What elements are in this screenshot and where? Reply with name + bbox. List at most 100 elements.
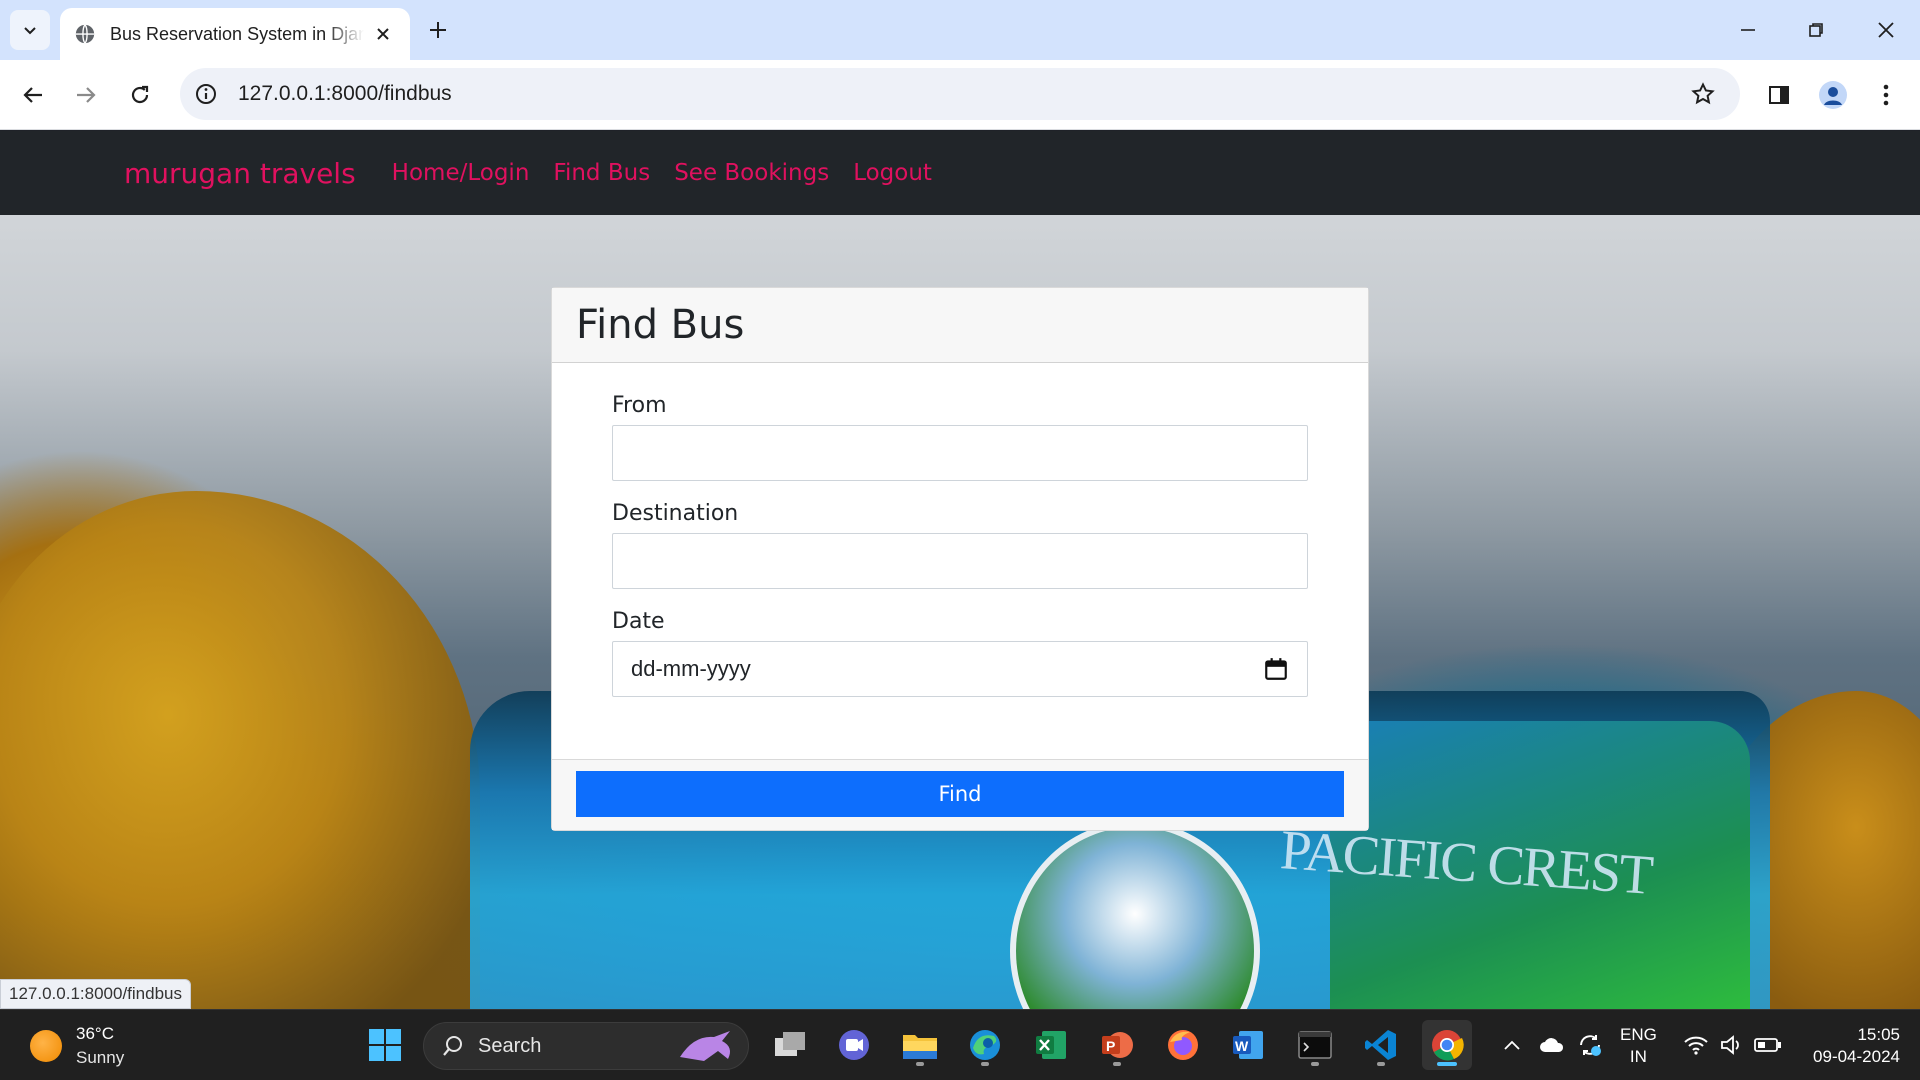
browser-toolbar: 127.0.0.1:8000/findbus: [0, 60, 1920, 130]
file-explorer-button[interactable]: [895, 1020, 945, 1070]
side-panel-button[interactable]: [1760, 76, 1798, 114]
browser-tab-active[interactable]: Bus Reservation System in Django: [60, 8, 410, 60]
globe-icon: [75, 24, 95, 44]
tab-close-icon[interactable]: [370, 21, 396, 47]
destination-label: Destination: [612, 501, 739, 526]
vscode-button[interactable]: [1356, 1020, 1406, 1070]
teams-icon: [839, 1030, 869, 1060]
speaker-icon: [1721, 1035, 1739, 1055]
nav-link-home-login[interactable]: Home/Login: [392, 160, 530, 186]
reload-button[interactable]: [121, 76, 159, 114]
profile-avatar-icon: [1819, 81, 1847, 109]
weather-condition: Sunny: [76, 1048, 125, 1067]
tab-title: Bus Reservation System in Django: [110, 23, 364, 44]
nav-link-logout[interactable]: Logout: [853, 160, 932, 186]
find-bus-card: Find Bus From Destination Date dd-mm-yyy…: [551, 287, 1369, 831]
onedrive-button[interactable]: [1532, 1020, 1572, 1070]
find-button[interactable]: Find: [576, 771, 1344, 817]
site-brand[interactable]: murugan travels: [124, 157, 356, 190]
volume-button[interactable]: [1712, 1020, 1752, 1070]
terminal-icon: [1298, 1031, 1332, 1059]
search-icon: [443, 1036, 462, 1056]
bookmark-star-icon[interactable]: [1688, 79, 1718, 109]
battery-button[interactable]: [1748, 1020, 1788, 1070]
sun-icon: [30, 1030, 62, 1062]
vscode-icon: [1365, 1030, 1396, 1060]
new-tab-button[interactable]: [422, 14, 454, 46]
battery-icon: [1754, 1038, 1781, 1052]
side-panel-icon: [1769, 86, 1789, 104]
word-icon: W: [1233, 1031, 1263, 1059]
date-label: Date: [612, 609, 665, 634]
browser-tabstrip: Bus Reservation System in Django: [0, 0, 1920, 60]
date-input[interactable]: dd-mm-yyyy: [612, 641, 1308, 697]
task-view-icon: [775, 1032, 805, 1056]
weather-widget[interactable]: 36°C Sunny: [30, 1022, 124, 1070]
firefox-icon: [1168, 1030, 1198, 1060]
word-button[interactable]: W: [1223, 1020, 1273, 1070]
date-field-group: Date dd-mm-yyyy: [612, 609, 1308, 697]
chrome-icon: [1432, 1030, 1464, 1061]
plus-icon: [430, 22, 446, 38]
cloud-icon: [1540, 1038, 1564, 1052]
tab-search-button[interactable]: [10, 10, 50, 50]
from-field-group: From: [612, 393, 1308, 481]
show-hidden-icons-button[interactable]: [1492, 1020, 1532, 1070]
link-status-bar: 127.0.0.1:8000/findbus: [0, 979, 191, 1009]
start-button[interactable]: [360, 1020, 410, 1070]
taskbar-search-label: Search: [478, 1034, 542, 1057]
restore-icon: [1809, 23, 1823, 37]
site-navbar: murugan travels Home/Login Find Bus See …: [0, 131, 1920, 215]
file-explorer-icon: [903, 1035, 937, 1059]
excel-button[interactable]: [1026, 1020, 1076, 1070]
profile-button[interactable]: [1814, 76, 1852, 114]
nav-link-find-bus[interactable]: Find Bus: [553, 160, 650, 186]
arrow-left-icon: [23, 87, 42, 103]
taskbar-search[interactable]: Search: [423, 1022, 749, 1070]
from-label: From: [612, 393, 667, 418]
powerpoint-button[interactable]: P: [1092, 1020, 1142, 1070]
close-window-button[interactable]: [1852, 0, 1920, 60]
input-language-indicator[interactable]: ENG IN: [1620, 1024, 1657, 1068]
sync-icon: [1580, 1035, 1601, 1056]
calendar-icon[interactable]: [1263, 656, 1289, 682]
browser-menu-button[interactable]: [1867, 76, 1905, 114]
system-clock[interactable]: 15:05 09-04-2024: [1813, 1024, 1900, 1068]
task-view-button[interactable]: [765, 1020, 815, 1070]
windows-taskbar: 36°C Sunny Search P W ENG IN 15:05 09-04…: [0, 1009, 1920, 1080]
card-header: Find Bus: [552, 288, 1368, 363]
more-vertical-icon: [1883, 84, 1889, 106]
terminal-button[interactable]: [1290, 1020, 1340, 1070]
wifi-button[interactable]: [1676, 1020, 1716, 1070]
forward-button[interactable]: [67, 76, 105, 114]
destination-input[interactable]: [612, 533, 1308, 589]
from-input[interactable]: [612, 425, 1308, 481]
teams-button[interactable]: [829, 1020, 879, 1070]
nav-links: Home/Login Find Bus See Bookings Logout: [392, 160, 956, 186]
clock-time: 15:05: [1857, 1025, 1900, 1044]
minimize-button[interactable]: [1714, 0, 1782, 60]
url-text: 127.0.0.1:8000/findbus: [238, 82, 452, 105]
clock-date: 09-04-2024: [1813, 1047, 1900, 1066]
card-title: Find Bus: [576, 302, 745, 348]
site-info-icon[interactable]: [186, 74, 226, 114]
address-bar[interactable]: 127.0.0.1:8000/findbus: [180, 68, 1740, 120]
svg-text:W: W: [1235, 1038, 1249, 1054]
weather-temperature: 36°C: [76, 1024, 114, 1043]
edge-icon: [970, 1030, 1000, 1060]
region-code: IN: [1629, 1047, 1647, 1066]
restore-button[interactable]: [1782, 0, 1850, 60]
minimize-icon: [1741, 29, 1755, 31]
nav-link-see-bookings[interactable]: See Bookings: [674, 160, 829, 186]
page-viewport: PACIFIC CREST murugan travels Home/Login…: [0, 131, 1920, 1009]
arrow-right-icon: [77, 87, 96, 103]
destination-field-group: Destination: [612, 501, 1308, 589]
unicorn-highlight-icon: [680, 1031, 730, 1061]
chrome-button[interactable]: [1422, 1020, 1472, 1070]
card-footer: Find: [552, 759, 1368, 830]
chevron-up-icon: [1504, 1040, 1520, 1050]
firefox-button[interactable]: [1158, 1020, 1208, 1070]
sync-status-button[interactable]: [1570, 1020, 1610, 1070]
back-button[interactable]: [14, 76, 52, 114]
edge-button[interactable]: [960, 1020, 1010, 1070]
